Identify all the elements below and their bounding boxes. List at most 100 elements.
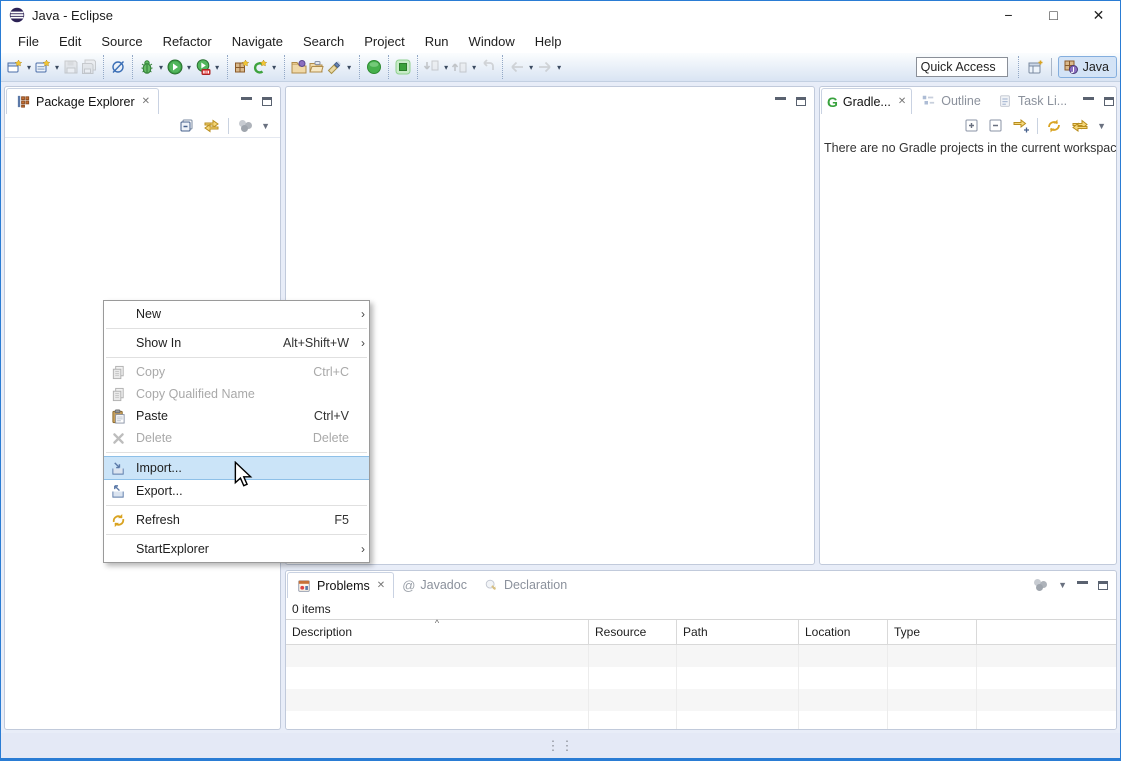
toolbar-separator [228,118,229,134]
menu-navigate[interactable]: Navigate [222,31,293,52]
statusbar-drag-handle-icon[interactable]: ⋮⋮ [547,738,575,754]
link-with-editor-icon[interactable] [203,118,220,134]
debug-button[interactable] [138,57,156,77]
refresh-tasks-icon[interactable] [1046,118,1063,134]
maximize-panel-icon[interactable] [262,97,272,106]
menu-help[interactable]: Help [525,31,572,52]
tab-outline[interactable]: Outline [912,88,989,114]
run-play-icon [167,59,183,75]
view-menu-icon[interactable] [1032,579,1048,591]
new-java-class-dropdown[interactable]: ▾ [269,63,279,72]
minimize-editor-icon[interactable] [775,97,786,106]
next-annotation-dropdown[interactable]: ▾ [441,63,451,72]
outline-icon [920,93,936,109]
tab-task-list[interactable]: Task Li... [989,88,1075,114]
context-menu-item-new[interactable]: New › [104,303,369,325]
tab-close-icon[interactable]: ✕ [896,96,906,107]
column-header-type[interactable]: Type [888,620,977,644]
context-menu-item-refresh[interactable]: Refresh F5 [104,509,369,531]
expand-all-icon[interactable] [964,118,980,134]
main-toolbar: ▾ ▾ ▾ ▾ ▾ ▾ ▾ ▾ ▾ ▾ [0,53,1121,82]
window-close-button[interactable]: ✕ [1076,0,1121,30]
menu-window[interactable]: Window [459,31,525,52]
window-maximize-button[interactable]: □ [1031,0,1076,30]
menu-source[interactable]: Source [91,31,152,52]
back-button[interactable] [508,57,526,77]
menu-edit[interactable]: Edit [49,31,91,52]
context-menu-item-delete[interactable]: Delete Delete [104,427,369,449]
save-all-button[interactable] [80,57,98,77]
search-dropdown[interactable]: ▾ [344,63,354,72]
link-with-selection-icon[interactable] [1012,118,1029,134]
new-java-project-button[interactable] [233,57,251,77]
tab-javadoc[interactable]: @ Javadoc [394,572,475,598]
menu-refactor[interactable]: Refactor [153,31,222,52]
new-project-dropdown[interactable]: ▾ [52,63,62,72]
menu-project[interactable]: Project [354,31,414,52]
java-perspective-button[interactable]: Java [1058,56,1117,78]
view-menu-icon[interactable] [237,120,253,132]
tab-package-explorer[interactable]: Package Explorer ✕ [6,88,159,114]
quick-access-input[interactable] [916,57,1008,77]
open-perspective-button[interactable] [1027,57,1045,77]
run-button[interactable] [166,57,184,77]
back-dropdown[interactable]: ▾ [526,63,536,72]
coverage-dropdown[interactable]: ▾ [212,63,222,72]
new-java-class-button[interactable] [251,57,269,77]
column-header-description[interactable]: ^ Description [286,620,589,644]
previous-annotation-dropdown[interactable]: ▾ [469,63,479,72]
minimize-panel-icon[interactable] [241,97,252,106]
previous-annotation-icon [452,59,468,75]
tab-problems[interactable]: Problems ✕ [287,572,394,598]
forward-button[interactable] [536,57,554,77]
minimize-panel-icon[interactable] [1083,97,1094,106]
maximize-editor-icon[interactable] [796,97,806,106]
maximize-panel-icon[interactable] [1098,581,1108,590]
maximize-panel-icon[interactable] [1104,97,1114,106]
column-header-path[interactable]: Path [677,620,799,644]
menu-file[interactable]: File [8,31,49,52]
view-menu-dropdown-icon[interactable]: ▼ [1097,121,1106,131]
previous-annotation-button[interactable] [451,57,469,77]
new-project-button[interactable] [34,57,52,77]
context-menu-item-copy[interactable]: Copy Ctrl+C [104,361,369,383]
run-dropdown[interactable]: ▾ [184,63,194,72]
open-type-button[interactable] [290,57,308,77]
new-dropdown[interactable]: ▾ [24,63,34,72]
collapse-all-icon[interactable] [179,118,195,134]
coverage-button[interactable] [194,57,212,77]
forward-dropdown[interactable]: ▾ [554,63,564,72]
new-button[interactable] [6,57,24,77]
refresh-all-icon[interactable] [1071,118,1089,134]
tab-close-icon[interactable]: ✕ [375,580,385,591]
java-project-icon [234,59,250,75]
collapse-all-icon[interactable] [988,118,1004,134]
minimize-panel-icon[interactable] [1077,581,1088,590]
menu-separator [106,505,367,506]
tab-declaration[interactable]: Declaration [475,572,575,598]
column-header-location[interactable]: Location [799,620,888,644]
menu-run[interactable]: Run [415,31,459,52]
last-edit-location-button[interactable] [479,57,497,77]
view-menu-dropdown-icon[interactable]: ▼ [1058,580,1067,590]
menu-search[interactable]: Search [293,31,354,52]
column-header-resource[interactable]: Resource [589,620,677,644]
context-menu-item-show-in[interactable]: Show In Alt+Shift+W › [104,332,369,354]
tab-gradle-tasks[interactable]: G Gradle... ✕ [821,88,912,114]
save-button[interactable] [62,57,80,77]
tab-close-icon[interactable]: ✕ [140,96,150,107]
context-menu-item-paste[interactable]: Paste Ctrl+V [104,405,369,427]
search-button[interactable] [326,57,344,77]
skip-all-breakpoints-button[interactable] [109,57,127,77]
context-menu-item-startexplorer[interactable]: StartExplorer › [104,538,369,560]
context-menu-item-copy-qualified-name[interactable]: Copy Qualified Name [104,383,369,405]
run-server-button[interactable] [365,57,383,77]
stop-server-button[interactable] [394,57,412,77]
open-resource-button[interactable] [308,57,326,77]
blank-icon [108,306,128,322]
window-minimize-button[interactable]: − [986,0,1031,30]
problems-table-body[interactable] [286,645,1116,730]
debug-dropdown[interactable]: ▾ [156,63,166,72]
view-menu-dropdown-icon[interactable]: ▼ [261,121,270,131]
next-annotation-button[interactable] [423,57,441,77]
